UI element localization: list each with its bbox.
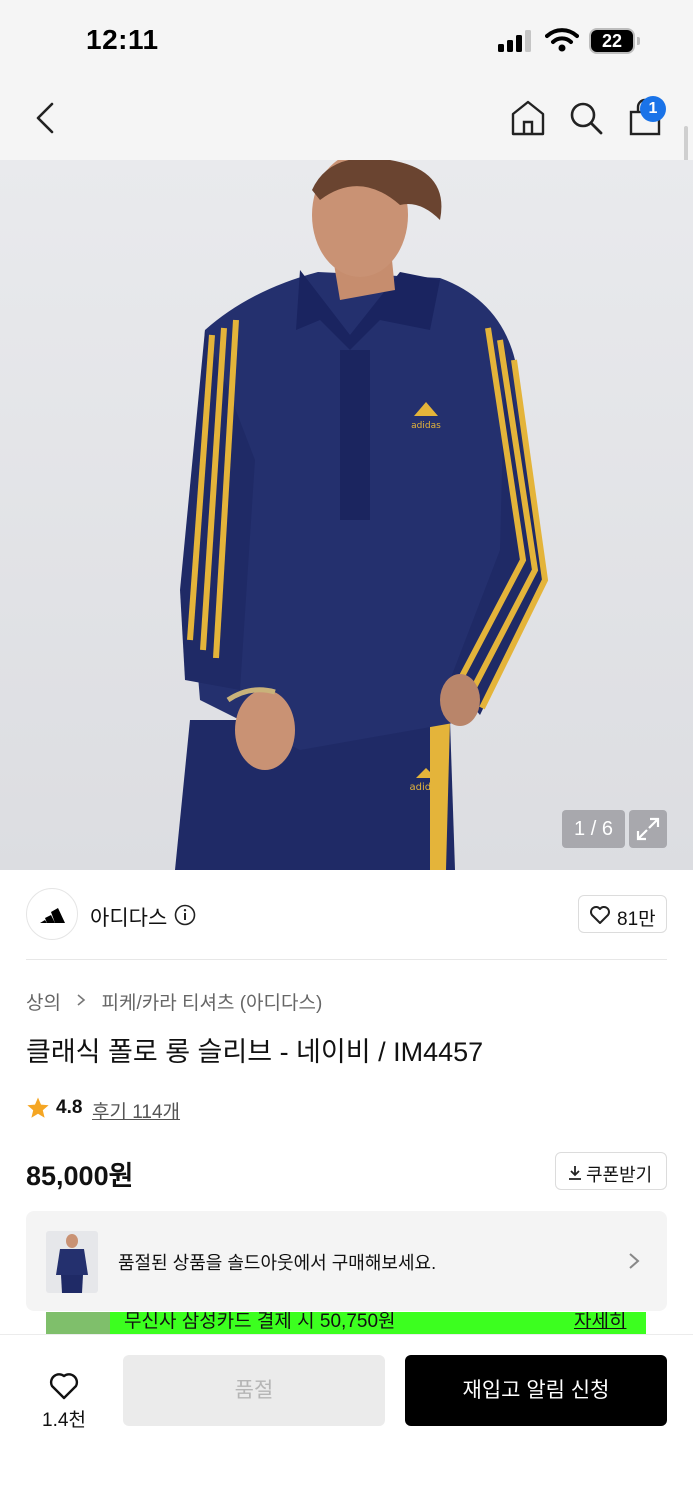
pants-logo-text: adidas [410, 782, 443, 793]
card-image [46, 1312, 110, 1334]
soldout-button[interactable]: 품절 [123, 1355, 385, 1426]
chevron-right-icon [77, 993, 86, 1006]
chevron-right-icon [629, 1253, 640, 1269]
adidas-logo-icon [40, 908, 65, 923]
brand-logo[interactable] [26, 888, 78, 940]
restock-alert-button[interactable]: 재입고 알림 신청 [405, 1355, 667, 1426]
divider [26, 959, 667, 960]
coupon-button[interactable]: 쿠폰받기 [555, 1152, 667, 1190]
download-icon [569, 1166, 581, 1180]
info-icon[interactable] [174, 904, 196, 926]
promo-detail-link[interactable]: 자세히 [574, 1312, 626, 1333]
cart-badge: 1 [640, 96, 666, 122]
breadcrumb: 상의 피케/카라 티셔츠 (아디다스) [26, 988, 322, 1014]
top-nav [0, 82, 693, 160]
soldout-thumbnail [46, 1231, 98, 1293]
heart-icon [590, 906, 610, 924]
expand-button[interactable] [629, 810, 667, 848]
wishlist-count: 1.4천 [42, 1410, 86, 1431]
back-icon[interactable] [28, 98, 64, 138]
home-icon[interactable] [509, 98, 547, 138]
review-count-link[interactable]: 후기 114개 [92, 1097, 180, 1124]
soldout-banner[interactable]: 품절된 상품을 솔드아웃에서 구매해보세요. [26, 1211, 667, 1311]
signal-icon [498, 30, 531, 52]
expand-icon [636, 817, 660, 841]
battery-level: 22 [601, 31, 623, 51]
soldout-text: 품절된 상품을 솔드아웃에서 구매해보세요. [118, 1253, 437, 1273]
search-icon[interactable] [567, 98, 605, 138]
shirt-logo-text: adidas [411, 421, 441, 431]
brand-row: 아디다스 81만 [0, 870, 693, 960]
product-photo: adidas adidas [175, 160, 549, 870]
rating-value: 4.8 [56, 1097, 83, 1118]
product-price: 85,000원 [26, 1161, 134, 1191]
breadcrumb-subcategory[interactable]: 피케/카라 티셔츠 (아디다스) [102, 988, 323, 1015]
promo-banner[interactable]: 무신사 삼성카드 결제 시 50,750원 자세히 [46, 1312, 646, 1334]
status-time: 12:11 [86, 24, 159, 55]
brand-like-button[interactable]: 81만 [578, 895, 667, 933]
coupon-label: 쿠폰받기 [586, 1165, 653, 1185]
image-counter: 1 / 6 [562, 810, 625, 848]
breadcrumb-category[interactable]: 상의 [26, 988, 61, 1015]
brand-like-count: 81만 [617, 909, 656, 930]
bottom-action-bar: 1.4천 품절 재입고 알림 신청 [0, 1334, 693, 1500]
star-icon [27, 1097, 49, 1118]
heart-icon [49, 1373, 79, 1400]
product-image[interactable]: adidas adidas [0, 160, 693, 870]
wifi-icon [545, 28, 579, 52]
product-title: 클래식 폴로 롱 슬리브 - 네이비 / IM4457 [26, 1037, 484, 1067]
status-bar: 12:11 22 [0, 0, 693, 82]
brand-name[interactable]: 아디다스 [90, 902, 167, 932]
battery-indicator: 22 [589, 28, 640, 54]
promo-text: 무신사 삼성카드 결제 시 50,750원 [124, 1312, 396, 1332]
wishlist-button[interactable]: 1.4천 [30, 1369, 98, 1431]
